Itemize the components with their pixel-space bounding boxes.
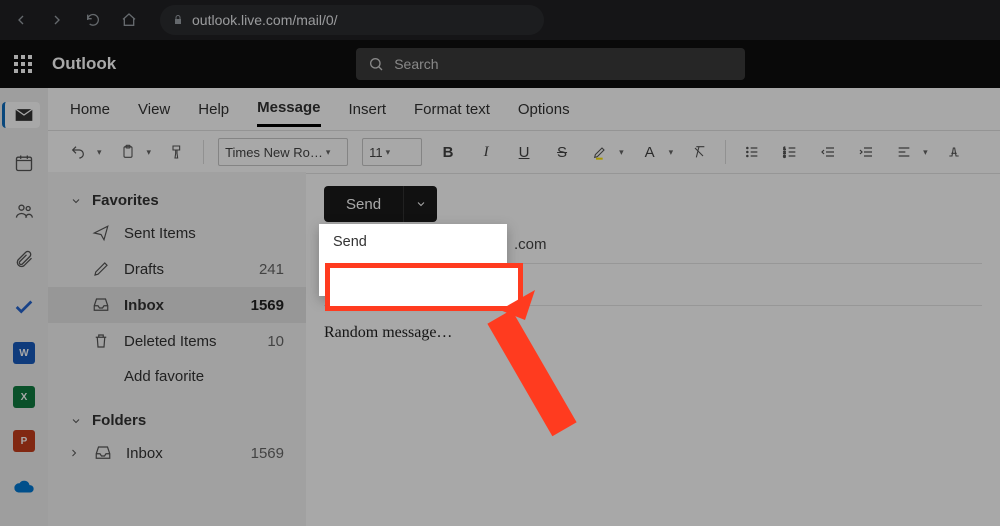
align-button[interactable] xyxy=(892,140,916,164)
send-dropdown: Send Schedule send xyxy=(319,224,507,296)
chevron-right-icon xyxy=(68,447,80,459)
nav-reload-button[interactable] xyxy=(80,7,106,33)
highlight-button[interactable] xyxy=(588,140,612,164)
format-painter-button[interactable] xyxy=(165,140,189,164)
send-button[interactable]: Send xyxy=(324,186,403,222)
word-icon[interactable]: W xyxy=(13,342,35,364)
app-rail: W X P xyxy=(0,88,48,526)
powerpoint-icon[interactable]: P xyxy=(13,430,35,452)
message-body[interactable]: Random message… xyxy=(324,306,982,360)
search-placeholder: Search xyxy=(394,56,438,72)
tab-view[interactable]: View xyxy=(138,93,170,126)
sidebar-item-add-favorite[interactable]: Add favorite xyxy=(48,359,306,394)
nav-back-button[interactable] xyxy=(8,7,34,33)
brand-label: Outlook xyxy=(52,54,116,74)
ribbon-tabs: Home View Help Message Insert Format tex… xyxy=(48,88,1000,131)
nav-forward-button[interactable] xyxy=(44,7,70,33)
attach-icon[interactable] xyxy=(11,246,37,272)
chevron-down-icon xyxy=(70,415,82,427)
font-family-select[interactable]: Times New Ro…▾ xyxy=(218,138,348,166)
chevron-down-icon xyxy=(415,198,427,210)
sidebar-item-deleted[interactable]: Deleted Items 10 xyxy=(48,323,306,359)
address-bar[interactable]: outlook.live.com/mail/0/ xyxy=(160,5,544,35)
sidebar-section-folders[interactable]: Folders xyxy=(48,406,306,435)
sidebar-section-favorites[interactable]: Favorites xyxy=(48,186,306,215)
tab-insert[interactable]: Insert xyxy=(349,93,387,126)
svg-text:3: 3 xyxy=(783,153,786,158)
sidebar-item-folder-inbox[interactable]: Inbox 1569 xyxy=(48,435,306,471)
search-input[interactable]: Search xyxy=(356,48,745,80)
chevron-down-icon xyxy=(70,195,82,207)
send-options-button[interactable] xyxy=(403,186,437,222)
sidebar-item-drafts[interactable]: Drafts 241 xyxy=(48,251,306,287)
underline-button[interactable]: U xyxy=(512,140,536,164)
tab-help[interactable]: Help xyxy=(198,93,229,126)
send-bar: Send xyxy=(324,186,982,222)
undo-button[interactable] xyxy=(66,140,90,164)
bold-button[interactable]: B xyxy=(436,140,460,164)
font-size-select[interactable]: 11▾ xyxy=(362,138,422,166)
tab-options[interactable]: Options xyxy=(518,93,570,126)
search-icon xyxy=(368,56,384,72)
dropdown-send[interactable]: Send xyxy=(319,224,507,260)
lower-region: Favorites Sent Items Drafts 241 Inbox 15… xyxy=(48,172,1000,526)
inbox-icon xyxy=(94,444,112,462)
suite-header: Outlook Search xyxy=(0,40,1000,88)
compose-pane: Send Send Schedule send .com Random subj… xyxy=(306,172,1000,526)
sidebar-item-inbox[interactable]: Inbox 1569 xyxy=(48,287,306,323)
people-icon[interactable] xyxy=(11,198,37,224)
paste-button[interactable] xyxy=(116,140,140,164)
styles-button[interactable] xyxy=(942,140,966,164)
strikethrough-button[interactable]: S xyxy=(550,140,574,164)
clear-format-button[interactable] xyxy=(687,140,711,164)
todo-icon[interactable] xyxy=(11,294,37,320)
inbox-icon xyxy=(92,296,110,314)
numbering-button[interactable]: 123 xyxy=(778,140,802,164)
folder-sidebar: Favorites Sent Items Drafts 241 Inbox 15… xyxy=(48,172,306,526)
dropdown-schedule-send[interactable]: Schedule send xyxy=(319,260,507,296)
sent-icon xyxy=(92,224,110,242)
url-text: outlook.live.com/mail/0/ xyxy=(192,12,338,28)
tab-format-text[interactable]: Format text xyxy=(414,93,490,126)
draft-icon xyxy=(92,260,110,278)
italic-button[interactable]: I xyxy=(474,140,498,164)
bullets-button[interactable] xyxy=(740,140,764,164)
font-color-button[interactable]: A xyxy=(638,140,662,164)
calendar-icon[interactable] xyxy=(11,150,37,176)
app-launcher-icon[interactable] xyxy=(14,55,32,73)
mail-app-icon[interactable] xyxy=(2,102,40,128)
nav-home-button[interactable] xyxy=(116,7,142,33)
tab-home[interactable]: Home xyxy=(70,93,110,126)
excel-icon[interactable]: X xyxy=(13,386,35,408)
onedrive-icon[interactable] xyxy=(11,474,37,500)
browser-chrome: outlook.live.com/mail/0/ xyxy=(0,0,1000,40)
content-area: Home View Help Message Insert Format tex… xyxy=(48,88,1000,526)
indent-button[interactable] xyxy=(854,140,878,164)
outdent-button[interactable] xyxy=(816,140,840,164)
format-toolbar: ▾ ▾ Times New Ro…▾ 11▾ B I U S ▾ A▾ 123 … xyxy=(48,131,1000,174)
lock-icon xyxy=(172,14,184,26)
trash-icon xyxy=(92,332,110,350)
tab-message[interactable]: Message xyxy=(257,91,320,127)
sidebar-item-sent[interactable]: Sent Items xyxy=(48,215,306,251)
